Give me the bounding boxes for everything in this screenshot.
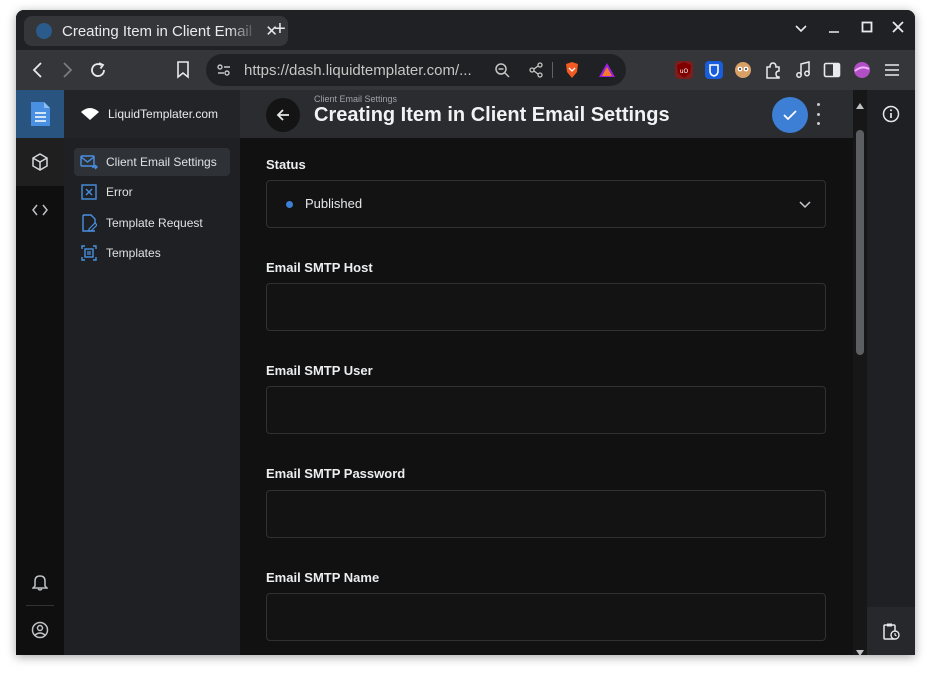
main-content: Client Email Settings Creating Item in C… <box>240 90 853 655</box>
share-icon[interactable] <box>528 62 544 83</box>
tab-list-chevron-icon[interactable] <box>791 20 811 36</box>
browser-toolbar: https://dash.liquidtemplater.com/... uO <box>16 50 915 90</box>
status-value: Published <box>305 196 363 211</box>
arrow-left-icon <box>276 109 289 121</box>
check-icon <box>783 110 797 121</box>
status-dot-icon <box>286 201 293 208</box>
brave-shields-icon[interactable] <box>564 61 580 84</box>
bookmark-icon[interactable] <box>171 58 195 82</box>
module-rail <box>16 90 64 655</box>
nav-item-template-request[interactable]: Template Request <box>74 209 230 237</box>
logo-document-icon[interactable] <box>16 90 64 138</box>
svg-text:uO: uO <box>680 68 689 75</box>
favicon-icon <box>36 23 52 39</box>
extensions-puzzle-icon[interactable] <box>764 61 782 79</box>
nav-label: Templates <box>106 246 161 260</box>
project-name: LiquidTemplater.com <box>108 107 219 121</box>
zoom-out-icon[interactable] <box>494 62 510 83</box>
smtp-user-label: Email SMTP User <box>266 363 373 378</box>
error-box-icon <box>80 183 98 201</box>
scroll-up-icon[interactable] <box>856 96 864 109</box>
account-circle-icon[interactable] <box>16 606 64 654</box>
template-frame-icon <box>80 244 98 262</box>
extension-face-icon[interactable] <box>734 61 752 79</box>
tab-title: Creating Item in Client Email Settings <box>62 22 258 40</box>
smtp-host-label: Email SMTP Host <box>266 260 373 275</box>
tab-bar: Creating Item in Client Email Settings ✕… <box>16 10 915 50</box>
sidebar-toggle-icon[interactable] <box>823 61 841 79</box>
chevron-down-icon <box>799 196 811 214</box>
scrollbar[interactable] <box>853 90 867 655</box>
minimize-button[interactable] <box>824 20 844 36</box>
reload-icon[interactable] <box>86 58 110 82</box>
app-container: LiquidTemplater.com Client Email Setting… <box>16 90 915 655</box>
brand-logo-icon <box>80 107 100 121</box>
url-text: https://dash.liquidtemplater.com/... <box>244 62 472 79</box>
save-button[interactable] <box>772 97 808 133</box>
bell-icon[interactable] <box>16 558 64 606</box>
mail-forward-icon <box>80 153 98 171</box>
document-edit-icon <box>80 214 98 232</box>
code-icon[interactable] <box>16 186 64 234</box>
smtp-user-input[interactable] <box>266 386 826 434</box>
brave-rewards-icon[interactable] <box>598 62 616 83</box>
clipboard-clock-icon[interactable] <box>867 607 915 655</box>
back-icon[interactable] <box>26 58 50 82</box>
project-header[interactable]: LiquidTemplater.com <box>64 90 240 138</box>
nav-label: Client Email Settings <box>106 155 217 169</box>
nav-item-templates[interactable]: Templates <box>74 239 230 267</box>
new-tab-button[interactable]: + <box>268 18 292 41</box>
address-divider <box>552 62 553 78</box>
smtp-host-input[interactable] <box>266 283 826 331</box>
sidebar-right <box>867 90 915 655</box>
browser-tab[interactable]: Creating Item in Client Email Settings ✕ <box>24 16 288 46</box>
address-bar[interactable]: https://dash.liquidtemplater.com/... <box>206 54 626 86</box>
info-icon[interactable] <box>867 90 915 138</box>
page-title: Creating Item in Client Email Settings <box>314 104 670 126</box>
ublock-origin-icon[interactable]: uO <box>675 61 693 79</box>
forward-icon[interactable] <box>55 58 79 82</box>
back-button[interactable] <box>266 98 300 132</box>
nav-label: Error <box>106 185 133 199</box>
content-module-cube-icon[interactable] <box>16 138 64 186</box>
media-music-icon[interactable] <box>794 61 812 79</box>
smtp-password-input[interactable] <box>266 490 826 538</box>
more-options-icon[interactable] <box>814 103 822 125</box>
smtp-name-label: Email SMTP Name <box>266 570 380 585</box>
collection-nav: LiquidTemplater.com Client Email Setting… <box>64 90 240 655</box>
bitwarden-icon[interactable] <box>705 61 723 79</box>
nav-label: Template Request <box>106 216 203 230</box>
status-label: Status <box>266 157 306 172</box>
site-settings-icon[interactable] <box>216 62 232 83</box>
scroll-thumb[interactable] <box>856 130 864 355</box>
page-header: Client Email Settings Creating Item in C… <box>240 90 853 138</box>
status-select[interactable]: Published <box>266 180 826 228</box>
smtp-password-label: Email SMTP Password <box>266 466 406 481</box>
close-window-button[interactable] <box>888 20 908 36</box>
maximize-button[interactable] <box>857 20 877 36</box>
nav-item-client-email-settings[interactable]: Client Email Settings <box>74 148 230 176</box>
browser-window: Creating Item in Client Email Settings ✕… <box>16 10 915 655</box>
nav-item-error[interactable]: Error <box>74 178 230 206</box>
scroll-down-icon[interactable] <box>856 643 864 655</box>
profile-avatar-icon[interactable] <box>853 61 871 79</box>
smtp-name-input[interactable] <box>266 593 826 641</box>
menu-hamburger-icon[interactable] <box>883 61 901 79</box>
breadcrumb[interactable]: Client Email Settings <box>314 94 397 104</box>
